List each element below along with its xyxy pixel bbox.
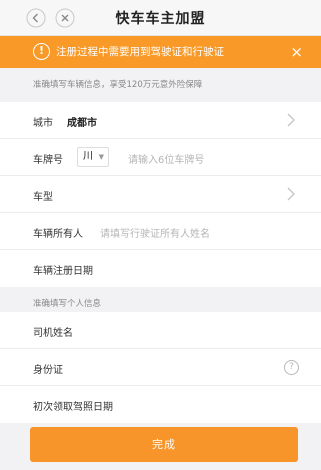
model-label: 车型 xyxy=(33,192,53,203)
vehicle-section-header: 准确填写车辆信息，享受120万元意外险保障 xyxy=(0,68,321,102)
owner-label: 车辆所有人 xyxy=(33,229,83,240)
navbar: 快车车主加盟 xyxy=(0,0,321,36)
license-date-row[interactable]: 初次领取驾照日期 xyxy=(0,386,321,423)
license-date-label: 初次领取驾照日期 xyxy=(33,402,113,413)
city-row[interactable]: 城市 成都市 xyxy=(0,102,321,139)
reg-date-row[interactable]: 车辆注册日期 xyxy=(0,250,321,287)
city-value: 成都市 xyxy=(67,118,97,129)
chevron-right-icon xyxy=(285,112,297,128)
id-card-row[interactable]: 身份证 ? xyxy=(0,349,321,386)
page-title: 快车车主加盟 xyxy=(115,11,206,27)
driver-name-label: 司机姓名 xyxy=(33,328,73,339)
id-card-label: 身份证 xyxy=(33,365,63,376)
caret-down-icon: ▼ xyxy=(98,153,104,161)
province-value: 川 xyxy=(83,151,93,162)
submit-button[interactable]: 完成 xyxy=(30,427,298,462)
question-circle-icon[interactable]: ? xyxy=(284,360,299,375)
plate-input[interactable]: 请输入6位车牌号 xyxy=(128,151,204,166)
close-icon[interactable]: × xyxy=(290,43,303,61)
owner-input[interactable]: 请填写行驶证所有人姓名 xyxy=(100,225,210,240)
plate-label: 车牌号 xyxy=(33,155,63,166)
notice-text: 注册过程中需要用到驾驶证和行驶证 xyxy=(56,46,224,58)
chevron-right-icon xyxy=(285,186,297,202)
province-select[interactable]: 川 ▼ xyxy=(77,147,109,167)
plate-row: 车牌号 川 ▼ 请输入6位车牌号 xyxy=(0,139,321,176)
personal-form: 司机姓名 身份证 ? 初次领取驾照日期 xyxy=(0,312,321,423)
driver-name-row[interactable]: 司机姓名 xyxy=(0,312,321,349)
city-label: 城市 xyxy=(33,118,53,129)
reg-date-label: 车辆注册日期 xyxy=(33,266,93,277)
vehicle-form: 城市 成都市 车牌号 川 ▼ 请输入6位车牌号 车型 车辆所有人 请填写行驶证所… xyxy=(0,102,321,287)
owner-row: 车辆所有人 请填写行驶证所有人姓名 xyxy=(0,213,321,250)
notice-banner: ! 注册过程中需要用到驾驶证和行驶证 × xyxy=(0,36,321,68)
model-row[interactable]: 车型 xyxy=(0,176,321,213)
alert-circle-icon: ! xyxy=(33,43,50,60)
